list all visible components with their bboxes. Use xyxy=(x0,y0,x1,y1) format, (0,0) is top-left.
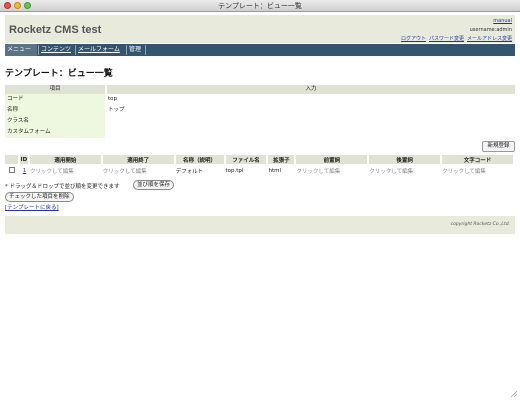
item-column-header: 項目 xyxy=(5,85,105,94)
site-logo: Rocketz CMS test xyxy=(9,24,102,36)
charset-column-header: 文字コード xyxy=(441,155,515,164)
save-order-button[interactable]: 並び順を保存 xyxy=(133,180,175,190)
main-nav: メニュー コンテンツ メールフォーム 管理 xyxy=(5,44,515,56)
drag-drop-note: * ドラッグ＆ドロップで並び順を変更できます xyxy=(5,184,120,190)
back-to-template-link[interactable]: [テンプレートに戻る] xyxy=(5,203,59,211)
code-label: コード xyxy=(5,94,105,105)
class-name-label: クラス名 xyxy=(5,116,105,127)
row-select-checkbox[interactable] xyxy=(9,167,16,174)
id-column-header: ID xyxy=(18,155,30,164)
window-title: テンプレート：ビュー一覧 xyxy=(218,2,302,10)
class-name-value xyxy=(107,116,515,127)
nav-divider xyxy=(145,45,146,55)
custom-form-value xyxy=(107,127,515,138)
site-footer: copyright Rocketz Co.,Ltd. xyxy=(5,216,515,234)
filename-column-header: ファイル名 xyxy=(224,155,269,164)
username-label: username:admin xyxy=(469,27,512,33)
nav-item-contents[interactable]: コンテンツ xyxy=(39,44,73,56)
new-register-button[interactable]: 新規登録 xyxy=(482,141,515,152)
start-column-header: 適用開始 xyxy=(28,155,103,164)
row-suffix-cell[interactable]: クリックして編集 xyxy=(368,164,441,177)
input-column-header: 入力 xyxy=(107,85,515,94)
change-password-link[interactable]: パスワード変更 xyxy=(429,36,464,42)
extension-column-header: 拡張子 xyxy=(267,155,297,164)
table-row[interactable]: 1 クリックして編集 クリックして編集 デフォルト top.tpl html ク… xyxy=(5,164,514,177)
select-column-header xyxy=(5,155,20,164)
manual-link[interactable]: manual xyxy=(493,18,512,24)
nav-item-admin[interactable]: 管理 xyxy=(127,44,143,56)
row-charset-cell[interactable]: クリックして編集 xyxy=(441,164,514,177)
copyright-text: copyright Rocketz Co.,Ltd. xyxy=(450,222,510,227)
custom-form-label: カスタムフォーム xyxy=(5,127,105,138)
row-name-cell[interactable]: デフォルト xyxy=(175,164,225,177)
suffix-column-header: 後置詞 xyxy=(368,155,443,164)
nav-item-mailform[interactable]: メールフォーム xyxy=(76,44,122,56)
template-detail-table: 項目 入力 コード top 名称 トップ クラス名 カスタムフォーム xyxy=(5,85,515,138)
prefix-column-header: 前置詞 xyxy=(295,155,370,164)
resize-grip-icon[interactable] xyxy=(510,390,518,398)
page-title: テンプレート：ビュー一覧 xyxy=(5,69,113,79)
site-header: Rocketz CMS test manual username:admin ロ… xyxy=(5,15,515,43)
window-titlebar: テンプレート：ビュー一覧 xyxy=(0,0,520,12)
user-links: ログアウト パスワード変更 メールアドレス変更 xyxy=(398,35,512,42)
row-id-link[interactable]: 1 xyxy=(19,164,29,177)
row-extension-cell[interactable]: html xyxy=(267,164,295,177)
row-prefix-cell[interactable]: クリックして編集 xyxy=(295,164,368,177)
change-email-link[interactable]: メールアドレス変更 xyxy=(467,36,512,42)
delete-checked-button[interactable]: チェックした項目を削除 xyxy=(5,192,74,202)
name-label: 名称 xyxy=(5,105,105,116)
row-start-cell[interactable]: クリックして編集 xyxy=(29,164,102,177)
name-column-header: 名称（説明） xyxy=(174,155,226,164)
nav-item-menu[interactable]: メニュー xyxy=(5,44,37,56)
row-end-cell[interactable]: クリックして編集 xyxy=(102,164,175,177)
end-column-header: 適用終了 xyxy=(101,155,176,164)
code-value: top xyxy=(108,96,118,102)
view-list-table: ID 適用開始 適用終了 名称（説明） ファイル名 拡張子 前置詞 後置詞 文字… xyxy=(5,155,515,177)
name-value: トップ xyxy=(108,107,125,113)
logout-link[interactable]: ログアウト xyxy=(401,36,426,42)
row-filename-cell[interactable]: top.tpl xyxy=(225,164,268,177)
